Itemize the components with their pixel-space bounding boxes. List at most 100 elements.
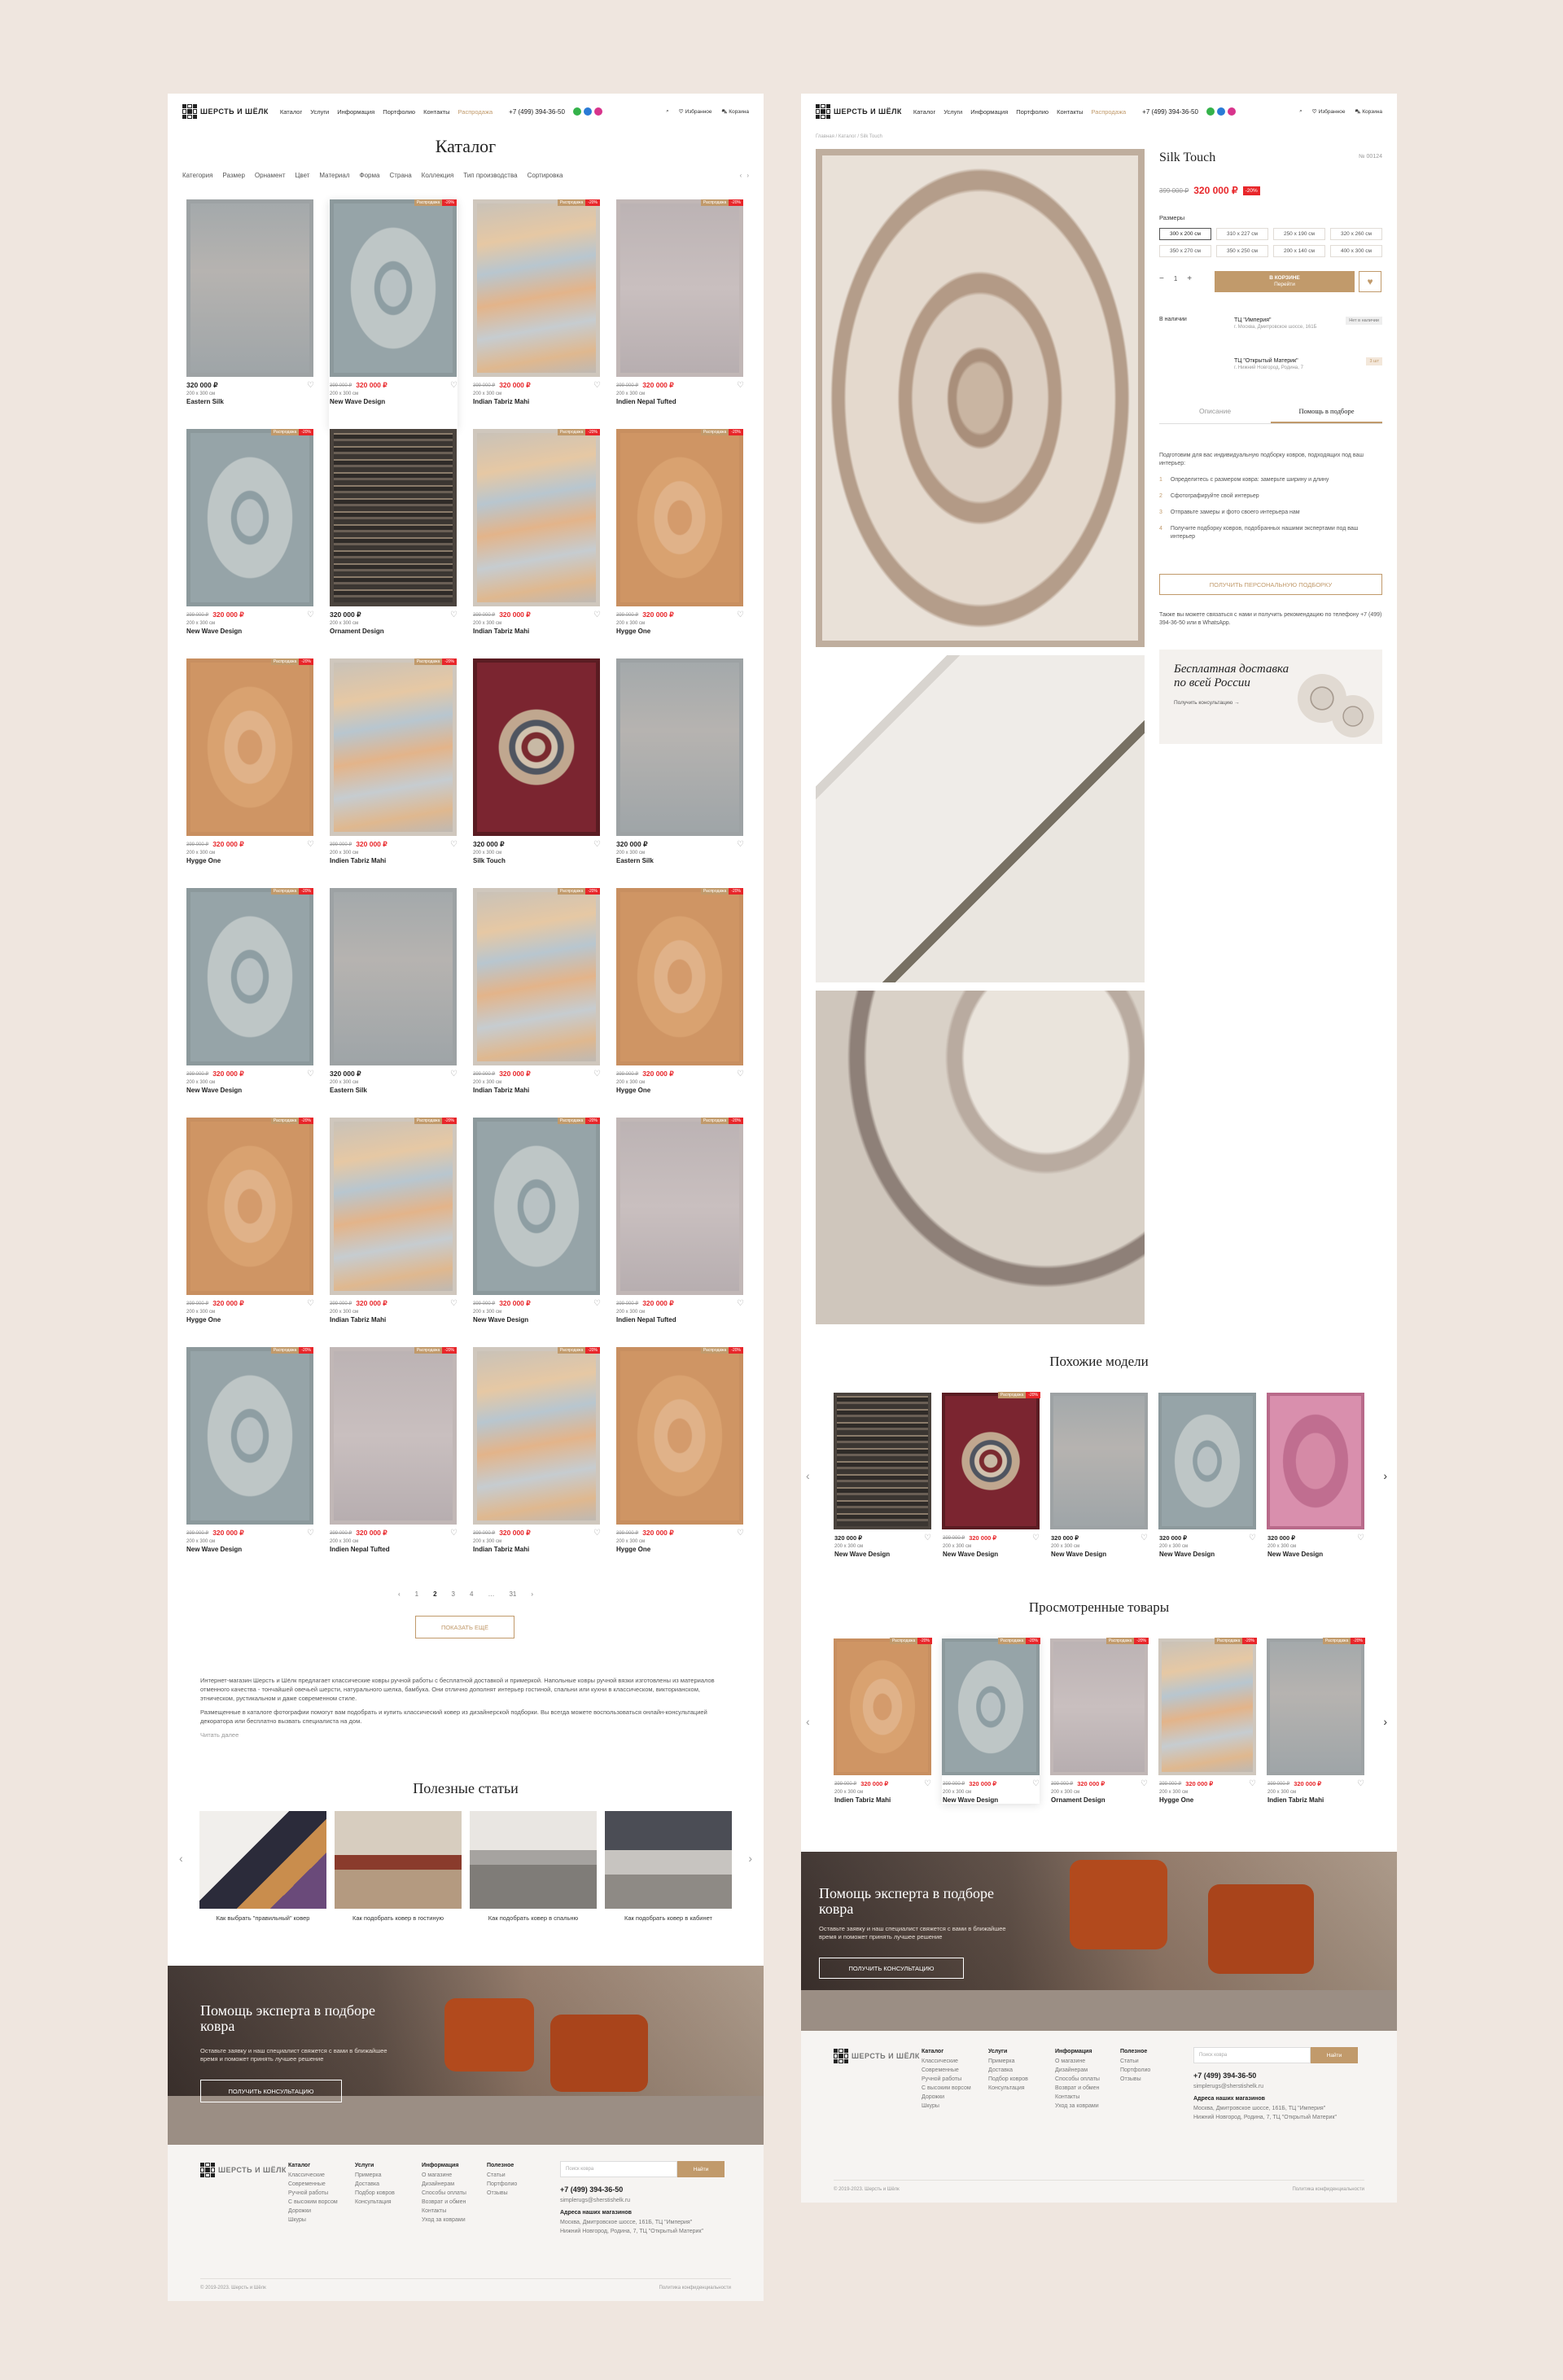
footer-link[interactable]: Дорожки <box>288 2208 338 2214</box>
product-card[interactable]: 320 000 ₽ ♡ 200 x 300 см New Wave Design <box>1158 1393 1256 1558</box>
heart-icon[interactable]: ♡ <box>1357 1779 1364 1788</box>
product-card[interactable]: 320 000 ₽ ♡ 200 x 300 см Eastern Silk <box>615 658 744 888</box>
privacy-link[interactable]: Политика конфиденциальности <box>1292 2187 1364 2192</box>
chevron-right-icon[interactable]: › <box>1383 1715 1387 1728</box>
nav-sale[interactable]: Распродажа <box>458 108 493 116</box>
nav-catalog[interactable]: Каталог <box>913 108 935 116</box>
product-card[interactable]: Распродажа -20% 399 000 ₽320 000 ₽ ♡ 200 x 3… <box>615 1118 744 1347</box>
chevron-left-icon[interactable]: ‹ <box>806 1469 810 1482</box>
product-name[interactable]: Indian Tabriz Mahi <box>473 398 601 405</box>
product-texture-image[interactable] <box>816 991 1145 1324</box>
product-image[interactable]: Распродажа -20% <box>942 1638 1040 1775</box>
product-card[interactable]: Распродажа -20% 399 000 ₽320 000 ₽ ♡ 200 x 3… <box>1158 1638 1257 1804</box>
product-name[interactable]: Hygge One <box>1159 1796 1256 1804</box>
heart-icon[interactable]: ♡ <box>737 840 744 849</box>
page-link[interactable]: 1 <box>415 1590 418 1598</box>
product-image[interactable]: Распродажа -20% <box>473 199 600 377</box>
filter-3[interactable]: Цвет <box>295 172 309 179</box>
heart-icon[interactable]: ♡ <box>450 1070 458 1078</box>
read-more-link[interactable]: Читать далее <box>200 1730 729 1739</box>
nav-contacts[interactable]: Контакты <box>423 108 449 116</box>
heart-icon[interactable]: ♡ <box>450 840 458 849</box>
product-name[interactable]: Ornament Design <box>330 628 458 635</box>
product-card[interactable]: 320 000 ₽ ♡ 200 x 300 см Ornament Design <box>329 429 458 658</box>
product-image[interactable]: Распродажа -20% <box>616 888 743 1065</box>
chevron-left-icon[interactable]: ‹ <box>806 1715 810 1728</box>
product-name[interactable]: Hygge One <box>186 1316 314 1323</box>
search-button[interactable]: Найти <box>677 2161 725 2177</box>
favorites-link[interactable]: ♡ Избранное <box>1312 108 1346 116</box>
chevron-right-icon[interactable]: › <box>746 172 749 179</box>
product-name[interactable]: Indien Nepal Tufted <box>616 1316 744 1323</box>
product-image[interactable] <box>1267 1393 1364 1529</box>
search-icon[interactable]: ⌕ <box>666 108 669 115</box>
nav-info[interactable]: Информация <box>337 108 374 116</box>
filter-7[interactable]: Коллекция <box>422 172 454 179</box>
product-name[interactable]: Hygge One <box>186 857 314 864</box>
product-image[interactable] <box>330 429 457 606</box>
search-input[interactable]: Поиск ковра <box>1193 2047 1311 2063</box>
footer-link[interactable]: Современные <box>922 2067 971 2073</box>
footer-link[interactable]: Современные <box>288 2181 338 2187</box>
product-name[interactable]: New Wave Design <box>186 1546 314 1553</box>
product-image[interactable]: Распродажа -20% <box>186 429 313 606</box>
nav-catalog[interactable]: Каталог <box>280 108 302 116</box>
product-card[interactable]: Распродажа -20% 399 000 ₽320 000 ₽ ♡ 200 x 3… <box>329 1118 458 1347</box>
product-card[interactable]: Распродажа -20% 399 000 ₽320 000 ₽ ♡ 200 x 3… <box>472 888 601 1118</box>
product-card[interactable]: 320 000 ₽ ♡ 200 x 300 см Eastern Silk <box>186 199 314 429</box>
filter-0[interactable]: Категория <box>182 172 212 179</box>
size-option[interactable]: 250 x 190 см <box>1273 228 1325 240</box>
article-card[interactable]: Как подобрать ковер в кабинет <box>605 1811 732 1923</box>
filter-4[interactable]: Материал <box>319 172 349 179</box>
heart-icon[interactable]: ♡ <box>1357 1533 1364 1542</box>
instagram-icon[interactable] <box>593 107 602 116</box>
product-name[interactable]: Indien Tabriz Mahi <box>330 857 458 864</box>
footer-email[interactable]: simplerugs@sherstishelk.ru <box>560 2198 703 2203</box>
product-card[interactable]: Распродажа -20% 399 000 ₽320 000 ₽ ♡ 200 x 3… <box>615 429 744 658</box>
privacy-link[interactable]: Политика конфиденциальности <box>659 2286 731 2290</box>
product-image[interactable]: Распродажа -20% <box>330 658 457 836</box>
product-card[interactable]: Распродажа -20% 399 000 ₽320 000 ₽ ♡ 200 x 3… <box>329 658 458 888</box>
footer-link[interactable]: О магазине <box>422 2172 466 2178</box>
page-link[interactable]: 4 <box>470 1590 473 1598</box>
product-card[interactable]: Распродажа -20% 399 000 ₽320 000 ₽ ♡ 200 x 3… <box>942 1392 1040 1558</box>
product-name[interactable]: New Wave Design <box>186 1087 314 1094</box>
product-name[interactable]: New Wave Design <box>1267 1551 1364 1558</box>
heart-icon[interactable]: ♡ <box>593 610 601 619</box>
size-option[interactable]: 320 x 260 см <box>1330 228 1382 240</box>
footer-link[interactable]: Статьи <box>487 2172 517 2178</box>
heart-icon[interactable]: ♡ <box>1032 1533 1040 1542</box>
product-card[interactable]: 320 000 ₽ ♡ 200 x 300 см New Wave Design <box>1267 1393 1364 1558</box>
product-card[interactable]: Распродажа -20% 399 000 ₽320 000 ₽ ♡ 200 x 3… <box>329 199 458 429</box>
product-name[interactable]: Eastern Silk <box>616 857 744 864</box>
heart-icon[interactable]: ♡ <box>307 381 314 390</box>
product-name[interactable]: New Wave Design <box>943 1551 1040 1558</box>
heart-icon[interactable]: ♡ <box>307 840 314 849</box>
show-more-button[interactable]: Показать ещё <box>415 1616 514 1638</box>
product-name[interactable]: Hygge One <box>616 628 744 635</box>
footer-link[interactable]: Классические <box>922 2058 971 2064</box>
product-image[interactable]: Распродажа -20% <box>942 1392 1040 1529</box>
heart-icon[interactable]: ♡ <box>924 1779 931 1788</box>
product-name[interactable]: Indian Tabriz Mahi <box>473 628 601 635</box>
footer-link[interactable]: Контакты <box>1055 2094 1100 2100</box>
product-image[interactable]: Распродажа -20% <box>616 1118 743 1295</box>
favorites-link[interactable]: ♡ Избранное <box>679 108 712 116</box>
product-card[interactable]: Распродажа -20% 399 000 ₽320 000 ₽ ♡ 200 x 3… <box>472 1118 601 1347</box>
product-name[interactable]: Indien Nepal Tufted <box>616 398 744 405</box>
product-name[interactable]: Hygge One <box>616 1546 744 1553</box>
whatsapp-icon[interactable] <box>1206 107 1215 116</box>
article-card[interactable]: Как подобрать ковер в спальню <box>470 1811 597 1923</box>
tab-help[interactable]: Помощь в подборе <box>1271 407 1382 423</box>
heart-icon[interactable]: ♡ <box>1141 1533 1148 1542</box>
footer-link[interactable]: Портфолио <box>487 2181 517 2187</box>
product-name[interactable]: Indian Tabriz Mahi <box>473 1546 601 1553</box>
size-option[interactable]: 400 x 300 см <box>1330 245 1382 257</box>
footer-link[interactable]: Возврат и обмен <box>422 2199 466 2205</box>
chevron-left-icon[interactable]: ‹ <box>179 1852 183 1865</box>
heart-icon[interactable]: ♡ <box>1249 1779 1256 1788</box>
tab-description[interactable]: Описание <box>1159 407 1271 423</box>
product-image[interactable] <box>616 658 743 836</box>
whatsapp-icon[interactable] <box>572 107 581 116</box>
heart-icon[interactable]: ♡ <box>307 610 314 619</box>
